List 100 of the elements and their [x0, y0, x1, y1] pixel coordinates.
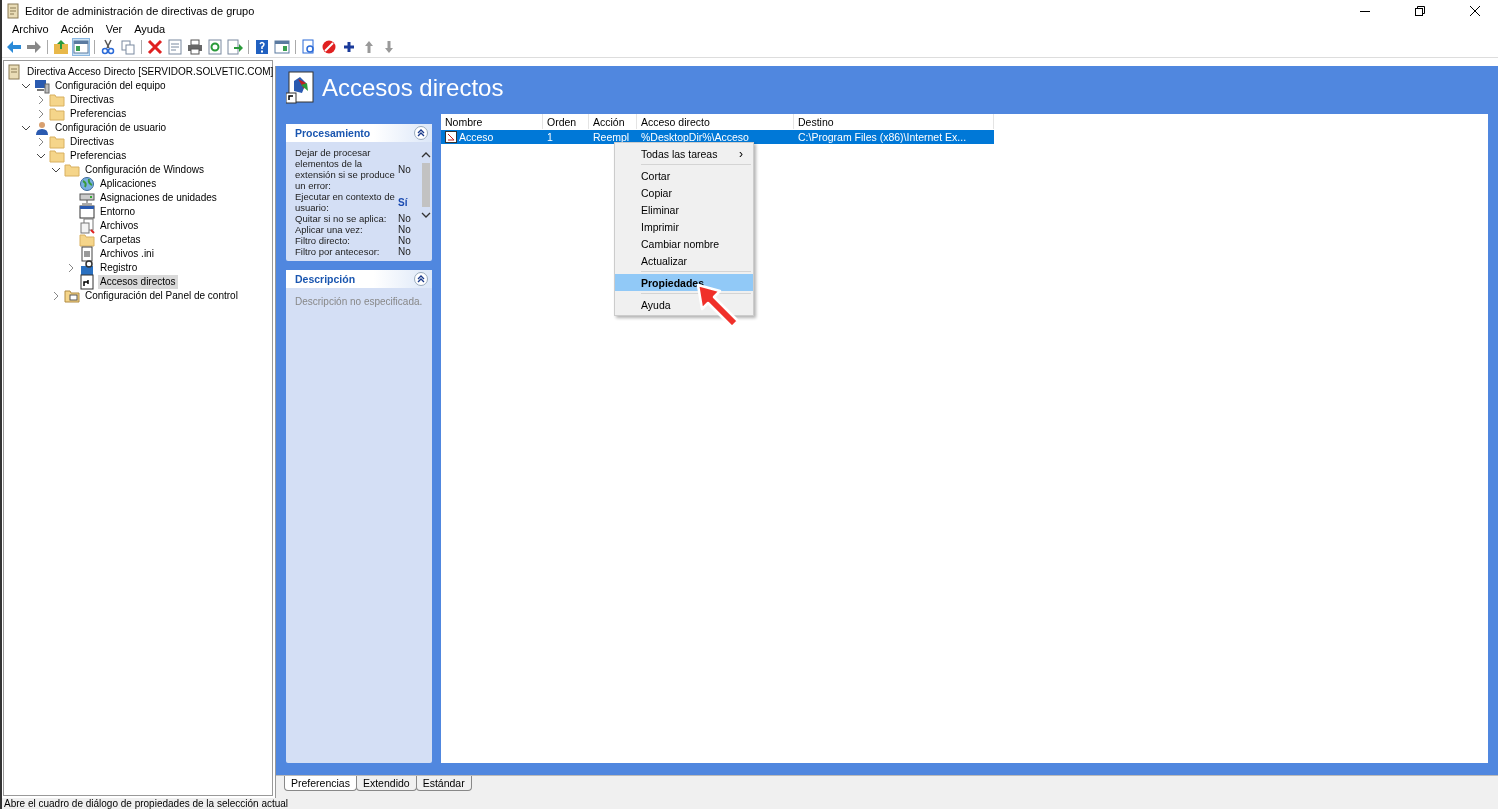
- scroll-up-icon[interactable]: [421, 151, 431, 159]
- column-header[interactable]: Acción: [589, 114, 637, 129]
- tree-item[interactable]: Entorno: [98, 205, 138, 219]
- setting-value: No: [398, 235, 412, 246]
- tree-item[interactable]: Directivas: [68, 93, 116, 107]
- menu-item[interactable]: Eliminar: [615, 201, 753, 218]
- table-cell: Acceso: [459, 131, 494, 143]
- folder-icon: [49, 92, 65, 108]
- tree-item[interactable]: Carpetas: [98, 233, 143, 247]
- menu-item[interactable]: Propiedades: [615, 274, 753, 291]
- page-title: Accesos directos: [322, 74, 504, 102]
- menu-item[interactable]: Copiar: [615, 184, 753, 201]
- tree-item[interactable]: Registro: [98, 261, 140, 275]
- folder-up-icon[interactable]: [53, 39, 69, 55]
- table-row[interactable]: Acceso 1 Reempl %DesktopDir%\Acceso C:\Program Files (x86)\Internet Ex...: [441, 130, 994, 144]
- delete-icon[interactable]: [147, 39, 163, 55]
- column-header[interactable]: Acceso directo: [637, 114, 794, 129]
- setting-label: Aplicar una vez:: [295, 224, 364, 235]
- scrollbar-thumb[interactable]: [422, 163, 430, 207]
- tree-item[interactable]: Directivas: [68, 135, 116, 149]
- printer-icon[interactable]: [187, 39, 203, 55]
- table-cell: Reempl: [593, 131, 630, 143]
- export-icon[interactable]: [227, 39, 243, 55]
- tree-pane-icon[interactable]: [73, 39, 89, 55]
- collapse-icon[interactable]: [414, 126, 428, 140]
- menu-item[interactable]: Ayuda: [615, 296, 753, 313]
- help-icon[interactable]: [254, 39, 270, 55]
- tree-item[interactable]: Directiva Acceso Directo [SERVIDOR.SOLVETIC.COM]: [25, 65, 276, 79]
- setting-value: No: [398, 213, 412, 224]
- collapse-icon[interactable]: [21, 123, 31, 133]
- setting-value: No: [398, 224, 412, 235]
- folder-icon: [49, 148, 65, 164]
- menu-item[interactable]: Ayuda: [128, 21, 172, 37]
- scissors-icon[interactable]: [100, 39, 116, 55]
- menu-item[interactable]: Imprimir: [615, 218, 753, 235]
- computer-icon: [34, 78, 50, 94]
- folder-icon: [64, 288, 80, 304]
- tab[interactable]: Estándar: [415, 776, 472, 791]
- tree-item[interactable]: Preferencias: [68, 149, 129, 163]
- tree-item[interactable]: Archivos: [98, 219, 141, 233]
- tree-item[interactable]: Asignaciones de unidades: [98, 191, 219, 205]
- tab[interactable]: Preferencias: [284, 776, 357, 791]
- collapse-icon[interactable]: [36, 151, 46, 161]
- setting-label: Filtro por antecesor:: [295, 246, 381, 257]
- panel-title: Procesamiento: [295, 127, 371, 139]
- menu-item[interactable]: Cortar: [615, 167, 753, 184]
- menu-item[interactable]: Cambiar nombre: [615, 235, 753, 252]
- table-cell: 1: [547, 131, 553, 143]
- tab[interactable]: Extendido: [355, 776, 417, 791]
- window-icon[interactable]: [274, 39, 290, 55]
- window-icon: [79, 204, 95, 220]
- plus-icon[interactable]: [341, 39, 357, 55]
- menu-item[interactable]: Acción: [54, 21, 100, 37]
- table-cell: C:\Program Files (x86)\Internet Ex...: [798, 131, 967, 143]
- folder-icon: [64, 162, 80, 178]
- tree-item[interactable]: Configuración del Panel de control: [83, 289, 240, 303]
- expand-icon[interactable]: [66, 263, 76, 273]
- expand-icon[interactable]: [36, 137, 46, 147]
- expand-icon[interactable]: [36, 95, 46, 105]
- setting-label: Dejar de procesar elementos de la extensión si se produce un error:: [295, 147, 396, 191]
- collapse-icon[interactable]: [414, 272, 428, 286]
- restore-icon: [1415, 5, 1425, 16]
- folder-icon: [49, 106, 65, 122]
- forward-arrow-icon[interactable]: [26, 39, 42, 55]
- back-arrow-icon[interactable]: [6, 39, 22, 55]
- document-icon: [79, 246, 95, 262]
- description-text: Descripción no especificada.: [294, 295, 424, 309]
- registry-icon: [79, 260, 95, 276]
- menu-item[interactable]: Ver: [99, 21, 129, 37]
- refresh-icon[interactable]: [207, 39, 223, 55]
- menu-item[interactable]: Actualizar: [615, 252, 753, 269]
- menu-item[interactable]: Archivo: [6, 21, 55, 37]
- setting-link[interactable]: Sí: [398, 196, 416, 208]
- shortcut-icon: [286, 71, 316, 105]
- expand-icon[interactable]: [36, 109, 46, 119]
- collapse-icon[interactable]: [51, 165, 61, 175]
- search-document-icon[interactable]: [301, 39, 317, 55]
- setting-label: Quitar si no se aplica:: [295, 213, 388, 224]
- tree-item[interactable]: Archivos .ini: [98, 247, 156, 261]
- column-header[interactable]: Nombre: [441, 114, 543, 129]
- expand-icon[interactable]: [51, 291, 61, 301]
- folder-icon: [49, 134, 65, 150]
- tree-item[interactable]: Configuración de usuario: [53, 121, 169, 135]
- scroll-down-icon[interactable]: [421, 211, 431, 219]
- tree-item[interactable]: Configuración del equipo: [53, 79, 168, 93]
- column-header[interactable]: Orden: [543, 114, 589, 129]
- tree-item[interactable]: Configuración de Windows: [83, 163, 206, 177]
- table-cell: %DesktopDir%\Acceso: [641, 131, 749, 143]
- tree-item[interactable]: Preferencias: [68, 107, 129, 121]
- tree-item[interactable]: Accesos directos: [98, 275, 178, 289]
- column-header[interactable]: Destino: [794, 114, 994, 129]
- document-icon: [6, 2, 20, 19]
- window-title: Editor de administración de directivas de grupo: [25, 4, 255, 17]
- tree-item[interactable]: Aplicaciones: [98, 177, 159, 191]
- menu-item[interactable]: Todas las tareas ›: [615, 145, 753, 162]
- globe-icon: [79, 176, 95, 192]
- collapse-icon[interactable]: [21, 81, 31, 91]
- scroll-icon: [6, 64, 22, 80]
- stop-icon[interactable]: [321, 39, 337, 55]
- panel-title: Descripción: [295, 273, 356, 285]
